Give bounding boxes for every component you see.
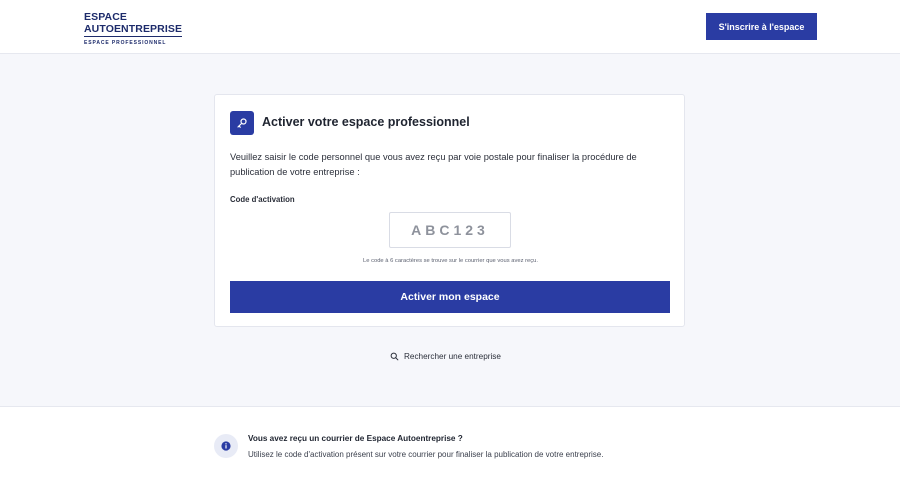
info-title: Vous avez reçu un courrier de Espace Aut… — [248, 434, 463, 443]
card-title: Activer votre espace professionnel — [262, 115, 470, 129]
key-icon — [230, 111, 254, 135]
logo-line1: ESPACE — [84, 11, 127, 23]
top-header: ESPACE AUTOENTREPRISE ESPACE PROFESSIONN… — [0, 0, 900, 54]
activation-card: Activer votre espace professionnel Veuil… — [214, 94, 685, 327]
info-icon — [214, 434, 238, 458]
code-hint: Le code à 6 caractères se trouve sur le … — [363, 258, 538, 264]
activation-code-label: Code d'activation — [230, 195, 295, 204]
logo-line2: AUTOENTREPRISE — [84, 23, 183, 37]
card-description: Veuillez saisir le code personnel que vo… — [230, 152, 637, 177]
logo-subtitle: ESPACE PROFESSIONNEL — [84, 40, 167, 46]
activate-button[interactable]: Activer mon espace — [230, 281, 670, 313]
search-company-link[interactable]: Rechercher une entreprise — [390, 352, 501, 361]
info-text: Utilisez le code d'activation présent su… — [248, 450, 604, 459]
info-footer: Vous avez reçu un courrier de Espace Aut… — [0, 406, 900, 482]
search-icon — [390, 352, 399, 361]
register-button[interactable]: S'inscrire à l'espace — [706, 13, 817, 40]
site-logo[interactable]: ESPACE AUTOENTREPRISE ESPACE PROFESSIONN… — [84, 11, 183, 46]
search-link-label: Rechercher une entreprise — [404, 352, 501, 361]
activation-code-input[interactable] — [389, 212, 511, 248]
